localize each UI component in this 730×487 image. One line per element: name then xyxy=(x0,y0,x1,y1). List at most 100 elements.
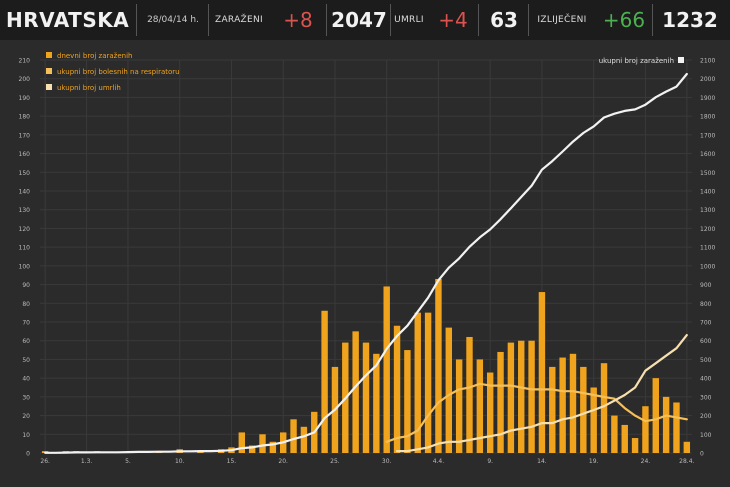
y-tick-label-left: 130 xyxy=(19,207,31,214)
y-tick-label-left: 50 xyxy=(22,357,30,364)
legend-swatch xyxy=(46,52,52,58)
daily-cases-bar xyxy=(238,432,246,453)
x-tick-label: 4.4. xyxy=(433,458,445,465)
y-tick-label-right: 900 xyxy=(700,282,712,289)
y-tick-label-right: 100 xyxy=(700,432,712,439)
y-tick-label-right: 500 xyxy=(700,357,712,364)
y-tick-label-left: 100 xyxy=(19,263,31,270)
daily-cases-bar xyxy=(300,426,308,453)
y-tick-label-right: 2000 xyxy=(700,76,715,83)
daily-cases-bar xyxy=(642,406,649,453)
y-tick-label-left: 140 xyxy=(19,189,31,196)
y-tick-label-right: 1000 xyxy=(700,263,715,270)
y-tick-label-right: 800 xyxy=(700,301,712,308)
chart-stage: HRVATSKA 28/04/14 h. ZARAŽENI +8 2047 UM… xyxy=(0,0,730,487)
y-tick-label-left: 0 xyxy=(26,451,30,458)
y-tick-label-right: 1100 xyxy=(700,245,715,252)
y-tick-label-left: 170 xyxy=(19,132,31,139)
daily-cases-bar xyxy=(497,351,504,453)
daily-cases-bar xyxy=(631,438,639,453)
daily-cases-bar xyxy=(466,336,473,453)
daily-cases-bar xyxy=(290,419,297,453)
daily-cases-bar xyxy=(321,310,328,453)
y-tick-label-right: 600 xyxy=(700,338,712,345)
y-tick-label-right: 400 xyxy=(700,376,712,383)
y-tick-label-right: 1400 xyxy=(700,189,715,196)
y-tick-label-left: 150 xyxy=(19,170,31,177)
y-tick-label-left: 40 xyxy=(22,376,30,383)
legend-swatch xyxy=(46,68,52,74)
y-tick-label-right: 1200 xyxy=(700,226,715,233)
daily-cases-bar xyxy=(352,331,359,453)
daily-cases-bar xyxy=(683,441,691,453)
daily-cases-bar xyxy=(259,434,266,453)
y-tick-label-left: 20 xyxy=(22,413,30,420)
y-tick-label-right: 700 xyxy=(700,320,712,327)
y-tick-label-left: 90 xyxy=(22,282,30,289)
daily-cases-bar xyxy=(569,353,577,453)
daily-cases-bar xyxy=(528,340,535,453)
y-tick-label-left: 110 xyxy=(19,245,31,252)
x-tick-label: 10. xyxy=(175,458,185,465)
daily-cases-bar xyxy=(424,312,432,453)
x-tick-label: 1.3. xyxy=(81,458,93,465)
y-tick-label-right: 0 xyxy=(700,451,704,458)
x-tick-label: 5. xyxy=(125,458,131,465)
y-tick-label-right: 200 xyxy=(700,413,712,420)
y-tick-label-left: 80 xyxy=(22,301,30,308)
y-tick-label-right: 1600 xyxy=(700,151,715,158)
daily-cases-bar xyxy=(590,387,597,453)
y-tick-label-right: 1300 xyxy=(700,207,715,214)
covid-chart: 0 10 20 30 40 50 60 70 80 90 100 110 120 130 140 150 160… xyxy=(19,52,715,465)
x-tick-label: 15. xyxy=(227,458,237,465)
y-tick-label-left: 60 xyxy=(22,338,30,345)
y-tick-label-left: 120 xyxy=(19,226,31,233)
daily-cases-bar xyxy=(559,357,566,453)
right-legend-label: ukupni broj zaraženih xyxy=(599,57,674,65)
daily-cases-bar xyxy=(673,402,680,453)
x-tick-label: 25. xyxy=(330,458,340,465)
y-tick-label-left: 180 xyxy=(19,114,31,121)
x-tick-label: 26. xyxy=(40,458,50,465)
daily-cases-bar xyxy=(455,359,463,453)
y-tick-label-left: 10 xyxy=(22,432,30,439)
daily-cases-bar xyxy=(362,342,370,453)
x-tick-label: 30. xyxy=(382,458,392,465)
respirator-line xyxy=(385,382,688,443)
right-legend-swatch xyxy=(678,57,684,63)
y-tick-label-right: 2100 xyxy=(700,58,715,65)
x-tick-label: 24. xyxy=(641,458,651,465)
daily-cases-bar xyxy=(611,415,618,453)
legend-label: ukupni broj umrlih xyxy=(57,84,121,92)
daily-cases-bar xyxy=(621,424,628,453)
daily-cases-bar xyxy=(518,340,525,453)
x-tick-label: 14. xyxy=(537,458,547,465)
y-tick-label-right: 1800 xyxy=(700,114,715,121)
y-tick-label-right: 300 xyxy=(700,394,712,401)
x-tick-label: 28.4. xyxy=(679,458,694,465)
y-tick-label-left: 30 xyxy=(22,394,30,401)
daily-cases-bar xyxy=(580,366,587,453)
y-tick-label-left: 160 xyxy=(19,151,31,158)
daily-cases-bar xyxy=(652,378,659,453)
daily-cases-bar xyxy=(549,366,556,453)
daily-cases-bar xyxy=(662,396,670,453)
y-tick-label-right: 1500 xyxy=(700,170,715,177)
daily-cases-bar xyxy=(435,278,442,453)
legend-label: dnevni broj zaraženih xyxy=(57,52,133,60)
daily-cases-bar xyxy=(538,292,546,453)
y-tick-label-left: 210 xyxy=(19,58,31,65)
y-tick-label-left: 200 xyxy=(19,76,31,83)
y-tick-label-left: 190 xyxy=(19,95,31,102)
legend-label: ukupni broj bolesnih na respiratoru xyxy=(57,68,180,76)
daily-cases-bar xyxy=(383,286,390,453)
y-tick-label-left: 70 xyxy=(22,320,30,327)
y-tick-label-right: 1700 xyxy=(700,132,715,139)
x-tick-label: 19. xyxy=(589,458,599,465)
x-tick-label: 20. xyxy=(278,458,288,465)
daily-cases-bar xyxy=(445,327,453,453)
x-tick-label: 9. xyxy=(487,458,493,465)
daily-cases-bar xyxy=(507,342,515,453)
daily-cases-bar xyxy=(393,325,401,453)
y-tick-label-right: 1900 xyxy=(700,95,715,102)
